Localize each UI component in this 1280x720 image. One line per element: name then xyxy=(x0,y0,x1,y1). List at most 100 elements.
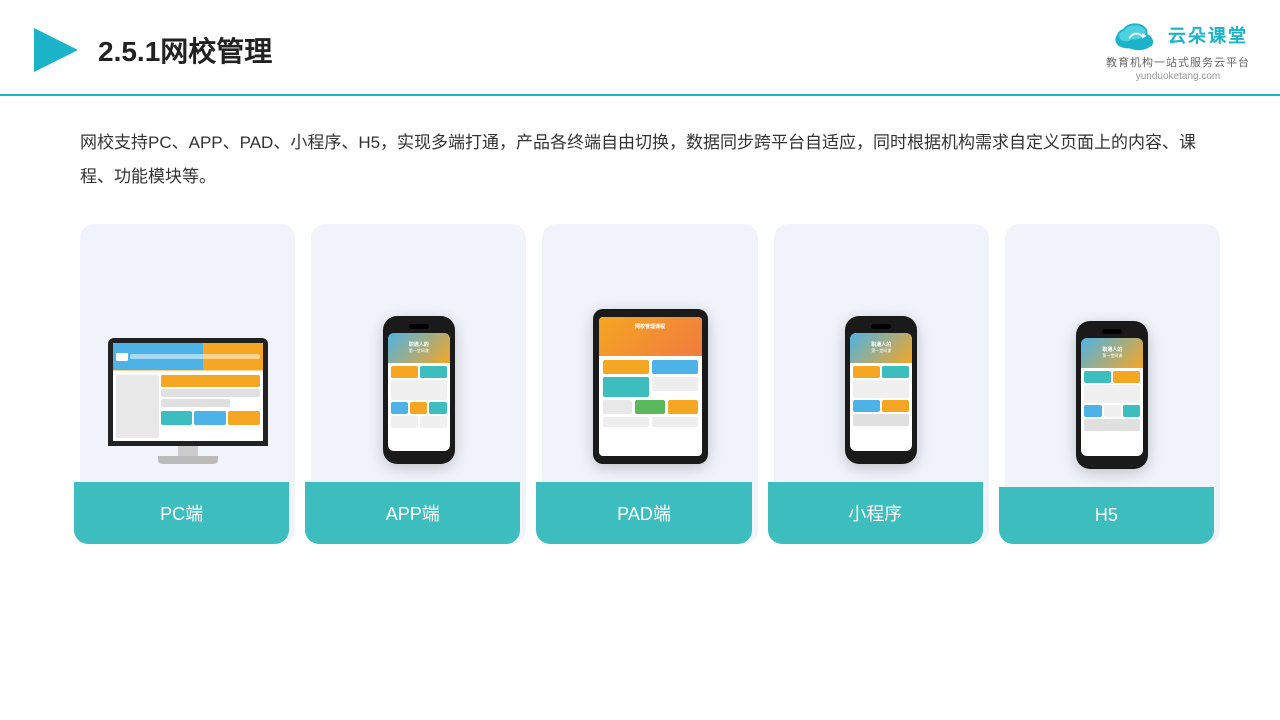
app-label: APP端 xyxy=(305,482,520,544)
pc-base xyxy=(158,456,218,464)
miniapp-screen-body xyxy=(850,363,912,431)
miniapp-block xyxy=(882,366,909,378)
tablet-block xyxy=(603,417,649,427)
miniapp-phone-mockup: 职通人的 第一堂网课 xyxy=(841,316,921,464)
miniapp-label: 小程序 xyxy=(768,482,983,544)
miniapp-block xyxy=(882,400,909,412)
phone-row-2 xyxy=(391,380,447,400)
h5-row-3 xyxy=(1084,405,1140,417)
h5-row-2 xyxy=(1084,385,1140,403)
h5-row-1 xyxy=(1084,371,1140,383)
logo-name: 云朵课堂 xyxy=(1168,22,1248,48)
phone-row-4 xyxy=(391,416,447,428)
h5-block xyxy=(1113,371,1140,383)
app-card: 职通人的 第一堂网课 xyxy=(311,224,526,544)
page-title: 2.5.1网校管理 xyxy=(98,30,272,70)
h5-block xyxy=(1084,385,1140,403)
page-header: 2.5.1网校管理 云朵课堂 教育机构一站式服务云平台 yunduoketang… xyxy=(0,0,1280,96)
h5-card: 职通人的 第一堂网课 xyxy=(1005,224,1220,544)
cloud-icon xyxy=(1108,18,1162,52)
phone-block xyxy=(420,366,447,378)
h5-block xyxy=(1123,405,1140,417)
h5-block xyxy=(1084,419,1140,431)
app-image-area: 职通人的 第一堂网课 xyxy=(323,244,514,464)
h5-block xyxy=(1084,371,1111,383)
tablet-block xyxy=(652,377,698,391)
phone-row-3 xyxy=(391,402,447,414)
tablet-row-2 xyxy=(603,377,698,397)
phone-block xyxy=(391,402,408,414)
phone-block xyxy=(410,402,427,414)
logo-url: yunduoketang.com xyxy=(1136,71,1221,82)
description-text: 网校支持PC、APP、PAD、小程序、H5，实现多端打通，产品各终端自由切换，数… xyxy=(80,126,1220,194)
pad-image-area: 网校管理课程 xyxy=(554,244,745,464)
h5-block xyxy=(1104,405,1121,417)
h5-screen-body xyxy=(1081,368,1143,436)
phone-block xyxy=(391,380,447,400)
phone-notch xyxy=(409,324,429,329)
tablet-block xyxy=(603,377,649,397)
app-phone-mockup: 职通人的 第一堂网课 xyxy=(379,316,459,464)
phone-screen-header: 职通人的 第一堂网课 xyxy=(388,333,450,363)
phone-block xyxy=(391,416,418,428)
tablet-block xyxy=(603,360,649,374)
miniapp-screen-header: 职通人的 第一堂网课 xyxy=(850,333,912,363)
tablet-block xyxy=(603,400,633,414)
main-content: 网校支持PC、APP、PAD、小程序、H5，实现多端打通，产品各终端自由切换，数… xyxy=(0,96,1280,564)
h5-phone-screen: 职通人的 第一堂网课 xyxy=(1081,338,1143,456)
miniapp-block xyxy=(853,400,880,412)
tablet-row-4 xyxy=(603,417,698,427)
miniapp-block xyxy=(853,414,909,426)
miniapp-phone-notch xyxy=(871,324,891,329)
tablet-outer: 网校管理课程 xyxy=(593,309,708,464)
miniapp-row-3 xyxy=(853,400,909,412)
h5-label: H5 xyxy=(999,487,1214,544)
logo-area: 云朵课堂 教育机构一站式服务云平台 yunduoketang.com xyxy=(1106,18,1250,82)
logo-cloud: 云朵课堂 xyxy=(1108,18,1248,52)
phone-screen-body xyxy=(388,363,450,433)
h5-image-area: 职通人的 第一堂网课 xyxy=(1017,244,1208,469)
miniapp-row-2 xyxy=(853,380,909,398)
pc-image-area xyxy=(92,244,283,464)
phone-screen: 职通人的 第一堂网课 xyxy=(388,333,450,451)
h5-phone-mockup: 职通人的 第一堂网课 xyxy=(1072,321,1152,469)
tablet-row-1 xyxy=(603,360,698,374)
tablet-block xyxy=(635,400,665,414)
tablet-block xyxy=(652,417,698,427)
tablet-row-3 xyxy=(603,400,698,414)
pad-label: PAD端 xyxy=(536,482,751,544)
h5-row-4 xyxy=(1084,419,1140,431)
tablet-screen: 网校管理课程 xyxy=(599,317,702,456)
pc-neck xyxy=(178,446,198,456)
h5-block xyxy=(1084,405,1101,417)
tablet-header: 网校管理课程 xyxy=(599,317,702,356)
pc-screen-content xyxy=(113,343,263,441)
logo-tagline: 教育机构一站式服务云平台 xyxy=(1106,54,1250,70)
miniapp-block xyxy=(853,366,880,378)
tablet-mockup: 网校管理课程 xyxy=(590,309,710,464)
tablet-block xyxy=(668,400,698,414)
tablet-block xyxy=(652,360,698,374)
h5-phone-notch xyxy=(1102,329,1122,334)
play-icon xyxy=(30,24,82,76)
phone-block xyxy=(420,416,447,428)
h5-screen-header: 职通人的 第一堂网课 xyxy=(1081,338,1143,368)
header-left: 2.5.1网校管理 xyxy=(30,24,272,76)
pc-mockup xyxy=(103,338,273,464)
phone-row-1 xyxy=(391,366,447,378)
miniapp-row-1 xyxy=(853,366,909,378)
tablet-body xyxy=(599,356,702,431)
phone-outer: 职通人的 第一堂网课 xyxy=(383,316,455,464)
miniapp-image-area: 职通人的 第一堂网课 xyxy=(786,244,977,464)
miniapp-row-4 xyxy=(853,414,909,426)
device-cards-container: PC端 职通人的 第一堂网课 xyxy=(80,224,1220,544)
pc-card: PC端 xyxy=(80,224,295,544)
miniapp-phone-screen: 职通人的 第一堂网课 xyxy=(850,333,912,451)
phone-block xyxy=(391,366,418,378)
h5-phone-outer: 职通人的 第一堂网课 xyxy=(1076,321,1148,469)
pc-screen-outer xyxy=(108,338,268,446)
pad-card: 网校管理课程 xyxy=(542,224,757,544)
pc-label: PC端 xyxy=(74,482,289,544)
miniapp-card: 职通人的 第一堂网课 xyxy=(774,224,989,544)
miniapp-block xyxy=(853,380,909,398)
